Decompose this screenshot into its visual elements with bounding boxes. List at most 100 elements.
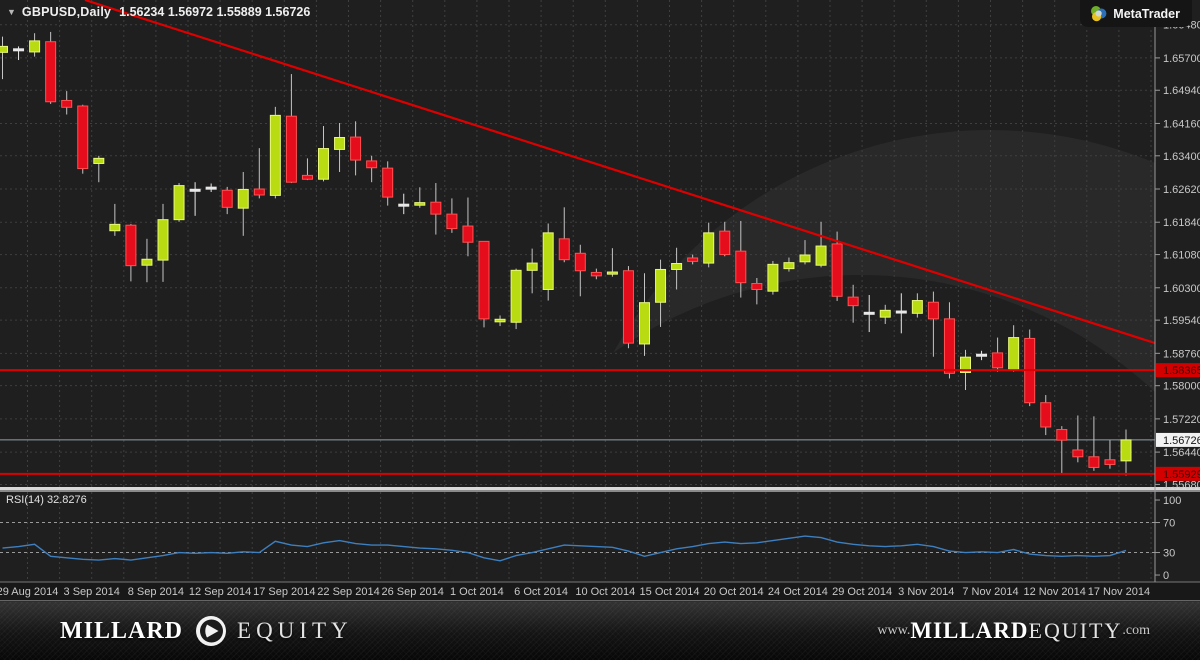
candle-body	[590, 271, 602, 277]
date-label: 20 Oct 2014	[704, 586, 764, 598]
candle-body	[542, 232, 554, 290]
candle-body	[382, 167, 394, 198]
date-label: 12 Nov 2014	[1024, 586, 1086, 598]
rsi-axis-label: 100	[1163, 495, 1181, 507]
date-label: 12 Sep 2014	[189, 586, 251, 598]
candle-body	[943, 318, 955, 374]
footer-brand: MILLARD EQUITY	[60, 601, 353, 660]
footer-equity-text: EQUITY	[237, 618, 353, 643]
candle-body	[93, 157, 105, 164]
candle-body	[622, 270, 634, 344]
price-axis-label: 1.56440	[1163, 447, 1200, 459]
candle-body	[318, 148, 329, 180]
candle-body	[253, 188, 265, 196]
candle-body	[895, 310, 907, 314]
candle-body	[237, 188, 249, 209]
candle-body	[574, 252, 586, 272]
candle-body	[655, 268, 667, 303]
date-label: 17 Nov 2014	[1088, 586, 1150, 598]
price-axis-label: 1.64160	[1163, 118, 1200, 130]
date-label: 29 Aug 2014	[0, 586, 58, 598]
ohlc-values-label: 1.56234 1.56972 1.55889 1.56726	[119, 5, 311, 19]
candle-body	[911, 300, 923, 314]
candle-body	[863, 311, 875, 315]
candle-body	[446, 213, 458, 230]
candle-body	[927, 301, 939, 320]
candle-body	[430, 201, 442, 215]
date-label: 17 Sep 2014	[253, 586, 315, 598]
candle-body	[125, 224, 137, 267]
candle-body	[350, 136, 362, 161]
date-label: 7 Nov 2014	[962, 586, 1018, 598]
price-axis-label: 1.61840	[1163, 217, 1200, 229]
chart-dropdown-icon[interactable]: ▼	[7, 7, 16, 17]
date-label: 10 Oct 2014	[575, 586, 635, 598]
date-label: 24 Oct 2014	[768, 586, 828, 598]
candle-body	[671, 263, 683, 270]
candle-body	[526, 262, 538, 271]
price-axis-label: 1.58760	[1163, 348, 1200, 360]
date-label: 3 Sep 2014	[64, 586, 120, 598]
candle-body	[735, 250, 747, 284]
date-label: 3 Nov 2014	[898, 586, 954, 598]
date-label: 6 Oct 2014	[514, 586, 568, 598]
candle-body	[1120, 439, 1132, 462]
current-price-label: 1.56726	[1163, 435, 1200, 447]
candle-body	[478, 240, 490, 320]
candle-body	[269, 114, 281, 196]
date-label: 26 Sep 2014	[382, 586, 444, 598]
candle-body	[639, 302, 650, 345]
candle-body	[494, 318, 506, 323]
url-millard-text: MILLARD	[910, 618, 1029, 643]
candle-body	[77, 105, 89, 170]
candle-body	[558, 238, 570, 261]
date-label: 8 Sep 2014	[128, 586, 184, 598]
candle-body	[29, 40, 41, 53]
metatrader-label: MetaTrader	[1113, 6, 1180, 21]
metatrader-badge: MetaTrader	[1080, 0, 1192, 27]
symbol-period-label: GBPUSD,Daily	[21, 5, 112, 19]
candle-body	[879, 309, 891, 318]
candle-body	[751, 283, 763, 290]
rsi-axis-label: 70	[1163, 518, 1175, 530]
chart-title-bar: ▼ GBPUSD,Daily 1.56234 1.56972 1.55889 1…	[7, 5, 310, 19]
candle-body	[815, 245, 827, 266]
candle-body	[285, 115, 297, 183]
candle-body	[173, 185, 185, 221]
candle-body	[13, 48, 25, 52]
candle-body	[398, 203, 410, 207]
price-axis-label: 1.58000	[1163, 381, 1200, 393]
candle-body	[205, 186, 217, 190]
candle-body	[414, 202, 426, 206]
price-axis-label: 1.64940	[1163, 85, 1200, 97]
candle-body	[799, 254, 811, 263]
price-axis-label: 1.60300	[1163, 283, 1200, 295]
candle-body	[1008, 337, 1020, 371]
price-axis-label: 1.55680	[1163, 479, 1200, 491]
url-www-text: www.	[877, 623, 911, 638]
date-label: 15 Oct 2014	[640, 586, 700, 598]
candle-body	[1056, 429, 1068, 441]
candle-body	[45, 41, 57, 103]
candle-body	[157, 219, 169, 261]
price-axis-label: 1.57220	[1163, 414, 1200, 426]
date-label: 22 Sep 2014	[317, 586, 379, 598]
url-com-text: .com	[1122, 623, 1150, 638]
rsi-axis-label: 0	[1163, 570, 1169, 582]
date-label: 1 Oct 2014	[450, 586, 504, 598]
metatrader-logo-icon	[1091, 6, 1107, 22]
footer-website-url: www. MILLARD EQUITY .com	[877, 601, 1150, 660]
candle-body	[719, 230, 731, 256]
candle-body	[767, 263, 779, 292]
footer-banner: MILLARD EQUITY www. MILLARD EQUITY .com	[0, 600, 1200, 660]
candle-body	[687, 257, 699, 262]
panel-separator	[0, 487, 1200, 490]
millard-equity-logo-icon	[196, 616, 227, 646]
price-chart: 1.664801.657001.649401.641601.634001.626…	[0, 0, 1200, 600]
candle-body	[1088, 456, 1100, 468]
price-axis-label: 1.61080	[1163, 250, 1200, 262]
candle-body	[221, 189, 233, 208]
candle-body	[141, 258, 153, 266]
candle-body	[1040, 402, 1052, 428]
panel-separator-shadow	[0, 490, 1200, 492]
